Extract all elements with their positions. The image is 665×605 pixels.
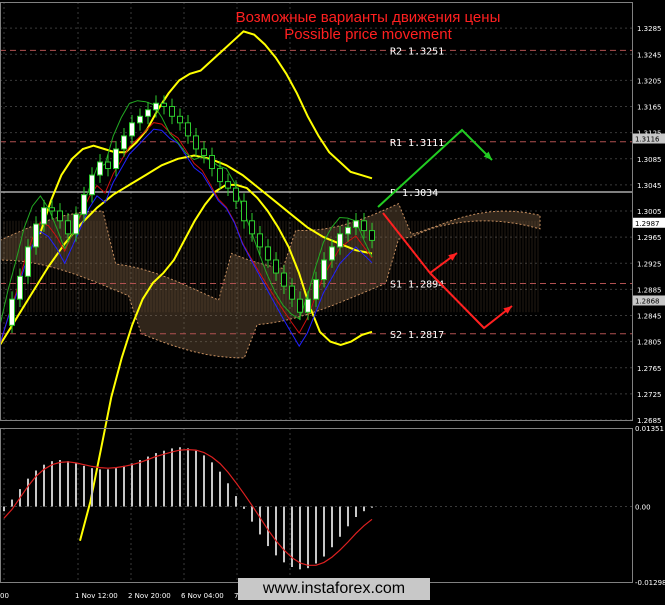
y-tick-label: 1.3085 bbox=[637, 156, 662, 164]
osc-y-tick-label: 0.00 bbox=[635, 504, 651, 512]
watermark[interactable]: www.instaforex.com bbox=[238, 578, 430, 600]
candle-body bbox=[201, 148, 207, 156]
candle-body bbox=[249, 220, 255, 235]
candle-body bbox=[193, 135, 199, 150]
candle-body bbox=[137, 115, 143, 124]
chart-title-ru: Возможные варианты движения цены bbox=[236, 9, 501, 26]
candle-body bbox=[105, 161, 111, 170]
candle-body bbox=[337, 233, 343, 248]
y-tick-label: 1.2805 bbox=[637, 339, 662, 347]
candle-body bbox=[353, 220, 359, 228]
level-label-R2: R2 1.3251 bbox=[390, 46, 444, 57]
y-tick-label: 1.2685 bbox=[637, 417, 662, 425]
y-tick-label: 1.3285 bbox=[637, 25, 662, 33]
y-tick-label: 1.2925 bbox=[637, 260, 662, 268]
candle-body bbox=[129, 122, 135, 137]
candle-body bbox=[113, 148, 119, 170]
y-tick-label: 1.2845 bbox=[637, 313, 662, 321]
price-tag-label: 1.3116 bbox=[635, 136, 660, 144]
candle-body bbox=[305, 298, 311, 313]
y-tick-label: 1.3245 bbox=[637, 51, 662, 59]
x-tick-label: 6 Nov 04:00 bbox=[181, 592, 224, 600]
candle-body bbox=[41, 207, 47, 225]
candle-body bbox=[9, 298, 15, 326]
osc-y-tick-label: 0.01351 bbox=[635, 425, 664, 433]
level-label-S2: S2 1.2817 bbox=[390, 330, 444, 341]
y-tick-label: 1.2765 bbox=[637, 365, 662, 373]
candle-body bbox=[153, 102, 159, 111]
candle-body bbox=[25, 246, 31, 277]
candle-body bbox=[289, 285, 295, 300]
candle-body bbox=[177, 115, 183, 124]
candle-body bbox=[65, 220, 71, 235]
candle-body bbox=[97, 161, 103, 176]
candle-body bbox=[369, 230, 375, 241]
candle-body bbox=[257, 233, 263, 248]
x-tick-label: 00 bbox=[0, 592, 9, 600]
price-chart: R2 1.3251R1 1.3111P 1.3034S1 1.2894S2 1.… bbox=[0, 2, 665, 600]
y-tick-label: 1.3205 bbox=[637, 77, 662, 85]
candle-body bbox=[217, 168, 223, 183]
candle-body bbox=[265, 246, 271, 261]
y-tick-label: 1.3045 bbox=[637, 182, 662, 190]
candle-body bbox=[17, 275, 23, 300]
level-label-S1: S1 1.2894 bbox=[390, 279, 444, 290]
candle-body bbox=[185, 122, 191, 137]
candle-body bbox=[121, 135, 127, 150]
x-tick-label: 2 Nov 20:00 bbox=[128, 592, 171, 600]
y-tick-label: 1.3165 bbox=[637, 104, 662, 112]
candle-body bbox=[281, 272, 287, 287]
candle-body bbox=[81, 194, 87, 215]
candle-body bbox=[241, 200, 247, 222]
candle-body bbox=[89, 174, 95, 196]
candle-body bbox=[57, 210, 63, 222]
candle-body bbox=[361, 220, 367, 232]
x-tick-label: 1 Nov 12:00 bbox=[75, 592, 118, 600]
level-label-R1: R1 1.3111 bbox=[390, 138, 444, 149]
chart-title-en: Possible price movement bbox=[284, 26, 452, 43]
candle-body bbox=[233, 187, 239, 202]
y-tick-label: 1.3005 bbox=[637, 208, 662, 216]
candle-body bbox=[273, 259, 279, 274]
macd-panel bbox=[0, 447, 632, 570]
candle-body bbox=[313, 279, 319, 300]
candle-body bbox=[345, 226, 351, 235]
candle-body bbox=[297, 298, 303, 313]
candle-body bbox=[161, 102, 167, 107]
y-tick-label: 1.2725 bbox=[637, 391, 662, 399]
candle-body bbox=[169, 106, 175, 117]
candle-body bbox=[73, 213, 79, 235]
candle-body bbox=[329, 246, 335, 261]
osc-y-tick-label: -0.01298 bbox=[635, 579, 665, 587]
candle-body bbox=[321, 259, 327, 281]
candle-body bbox=[225, 181, 231, 189]
candle-body bbox=[145, 109, 151, 117]
y-tick-label: 1.2965 bbox=[637, 234, 662, 242]
candle-body bbox=[209, 154, 215, 170]
candle-body bbox=[33, 223, 39, 248]
price-tag-label: 1.2868 bbox=[635, 297, 660, 305]
candle-body bbox=[49, 207, 55, 212]
price-tag-label: 1.2987 bbox=[635, 220, 660, 228]
y-tick-label: 1.2885 bbox=[637, 286, 662, 294]
